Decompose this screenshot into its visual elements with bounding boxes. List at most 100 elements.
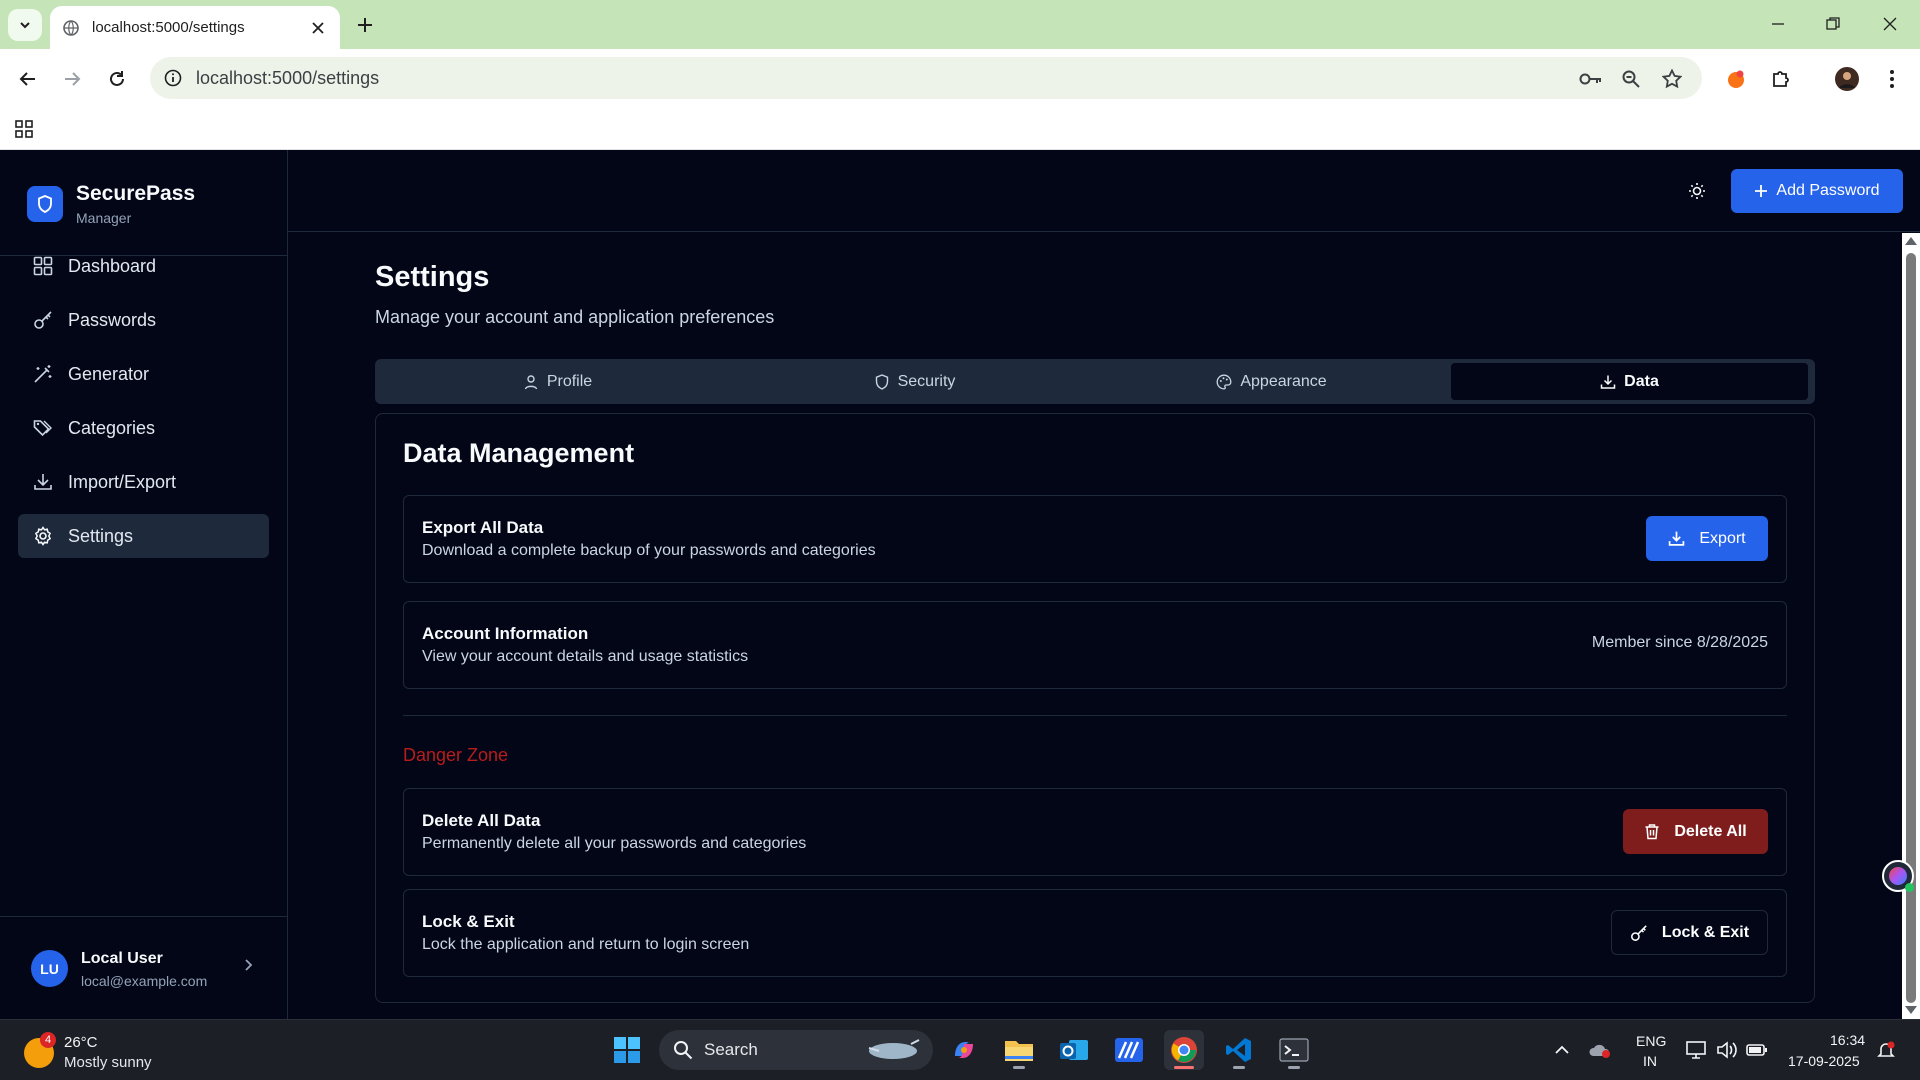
plus-icon xyxy=(358,18,372,32)
notification-bell-icon[interactable] xyxy=(1874,1038,1898,1062)
sidebar-item-import-export[interactable]: Import/Export xyxy=(18,460,269,504)
site-info-icon[interactable] xyxy=(162,67,184,89)
browser-toolbar: localhost:5000/settings xyxy=(0,49,1920,108)
chevron-down-icon xyxy=(20,22,30,29)
add-password-label: Add Password xyxy=(1776,182,1880,199)
volume-icon[interactable] xyxy=(1715,1038,1739,1062)
divider xyxy=(403,715,1787,716)
export-button[interactable]: Export xyxy=(1646,516,1768,561)
delete-title: Delete All Data xyxy=(422,811,541,830)
minimize-button[interactable] xyxy=(1760,10,1796,38)
brand-subtitle: Manager xyxy=(76,210,132,226)
sidebar-item-label: Import/Export xyxy=(68,471,177,492)
extensions-puzzle-icon[interactable] xyxy=(1765,63,1797,95)
password-key-icon[interactable] xyxy=(1578,66,1604,92)
address-bar[interactable]: localhost:5000/settings xyxy=(150,57,1702,99)
add-password-button[interactable]: Add Password xyxy=(1731,169,1903,213)
wand-icon xyxy=(32,363,54,385)
trash-icon xyxy=(1644,823,1660,840)
taskbar: 4 26°C Mostly sunny Search ENG IN 16:34 … xyxy=(0,1019,1920,1080)
apps-grid-icon[interactable] xyxy=(8,113,40,145)
back-button[interactable] xyxy=(12,63,44,95)
delete-all-button[interactable]: Delete All xyxy=(1623,809,1768,854)
lock-title: Lock & Exit xyxy=(422,912,515,931)
delete-row: Delete All Data Permanently delete all y… xyxy=(403,788,1787,876)
sidebar-item-label: Settings xyxy=(68,525,134,546)
lock-row: Lock & Exit Lock the application and ret… xyxy=(403,889,1787,977)
tab-appearance[interactable]: Appearance xyxy=(1093,363,1450,400)
taskbar-search[interactable]: Search xyxy=(659,1030,933,1070)
avatar: LU xyxy=(31,950,68,987)
search-highlight-icon xyxy=(868,1039,920,1059)
clock-time: 16:34 xyxy=(1830,1032,1866,1048)
page-scrollbar[interactable] xyxy=(1902,233,1920,1019)
account-title: Account Information xyxy=(422,624,589,643)
reload-icon xyxy=(110,71,124,86)
card-title: Data Management xyxy=(403,438,635,468)
bookmark-star-icon[interactable] xyxy=(1659,66,1685,92)
plus-icon xyxy=(1754,184,1768,198)
arrow-left-icon xyxy=(19,72,35,86)
sidebar-item-settings[interactable]: Settings xyxy=(18,514,269,558)
key-icon xyxy=(32,309,54,331)
sidebar-item-categories[interactable]: Categories xyxy=(18,406,269,450)
chevron-right-icon[interactable] xyxy=(240,957,256,973)
extension-flame-icon[interactable] xyxy=(1720,63,1752,95)
app-icon[interactable] xyxy=(1109,1030,1149,1070)
browser-tab[interactable]: localhost:5000/settings xyxy=(50,6,340,49)
start-button[interactable] xyxy=(607,1030,647,1070)
floating-assistant-icon[interactable] xyxy=(1882,860,1914,892)
zoom-icon[interactable] xyxy=(1618,66,1644,92)
scroll-down-arrow[interactable] xyxy=(1905,1006,1917,1014)
language-indicator[interactable]: ENG xyxy=(1636,1033,1666,1049)
profile-avatar-icon[interactable] xyxy=(1831,63,1863,95)
tab-security[interactable]: Security xyxy=(736,363,1093,400)
battery-icon[interactable] xyxy=(1745,1038,1769,1062)
scroll-up-arrow[interactable] xyxy=(1905,237,1917,245)
user-menu[interactable]: LU Local User local@example.com xyxy=(0,916,287,1019)
forward-button[interactable] xyxy=(56,63,88,95)
tab-search-button[interactable] xyxy=(8,9,42,41)
file-explorer-icon[interactable] xyxy=(999,1030,1039,1070)
onedrive-icon[interactable] xyxy=(1588,1038,1612,1062)
theme-toggle-button[interactable] xyxy=(1684,178,1710,204)
sidebar-item-generator[interactable]: Generator xyxy=(18,352,269,396)
account-row: Account Information View your account de… xyxy=(403,601,1787,689)
sidebar-item-dashboard[interactable]: Dashboard xyxy=(18,244,269,288)
terminal-icon[interactable] xyxy=(1274,1030,1314,1070)
close-window-button[interactable] xyxy=(1872,10,1908,38)
browser-menu-icon[interactable] xyxy=(1876,63,1908,95)
close-tab-icon[interactable] xyxy=(308,18,328,38)
search-placeholder: Search xyxy=(704,1040,758,1059)
network-icon[interactable] xyxy=(1685,1038,1709,1062)
download-icon xyxy=(1668,530,1685,547)
weather-widget[interactable]: 4 26°C Mostly sunny xyxy=(24,1032,224,1072)
reload-button[interactable] xyxy=(101,63,133,95)
brand: SecurePass Manager xyxy=(0,150,287,256)
region-indicator: IN xyxy=(1643,1053,1657,1069)
app-root: SecurePass Manager Dashboard Passwords G… xyxy=(0,150,1920,1019)
account-desc: View your account details and usage stat… xyxy=(422,648,749,665)
user-icon xyxy=(523,374,539,390)
outlook-icon[interactable] xyxy=(1054,1030,1094,1070)
sidebar-item-passwords[interactable]: Passwords xyxy=(18,298,269,342)
palette-icon xyxy=(1216,374,1232,390)
sidebar-item-label: Dashboard xyxy=(68,255,157,276)
lock-exit-label: Lock & Exit xyxy=(1661,923,1750,941)
chrome-icon[interactable] xyxy=(1164,1030,1204,1070)
tab-profile[interactable]: Profile xyxy=(379,363,736,400)
new-tab-button[interactable] xyxy=(352,12,378,38)
chevron-up-icon[interactable] xyxy=(1550,1038,1574,1062)
lock-exit-button[interactable]: Lock & Exit xyxy=(1611,910,1768,955)
restore-button[interactable] xyxy=(1815,10,1851,38)
shield-logo-icon xyxy=(27,186,63,222)
gear-icon xyxy=(32,525,54,547)
vscode-icon[interactable] xyxy=(1219,1030,1259,1070)
windows-icon xyxy=(614,1037,640,1063)
url-text[interactable]: localhost:5000/settings xyxy=(196,68,379,89)
tab-data[interactable]: Data xyxy=(1451,363,1808,400)
bookmarks-bar xyxy=(0,108,1920,150)
copilot-icon[interactable] xyxy=(944,1030,984,1070)
page-subtitle: Manage your account and application pref… xyxy=(375,307,775,327)
delete-desc: Permanently delete all your passwords an… xyxy=(422,835,807,852)
